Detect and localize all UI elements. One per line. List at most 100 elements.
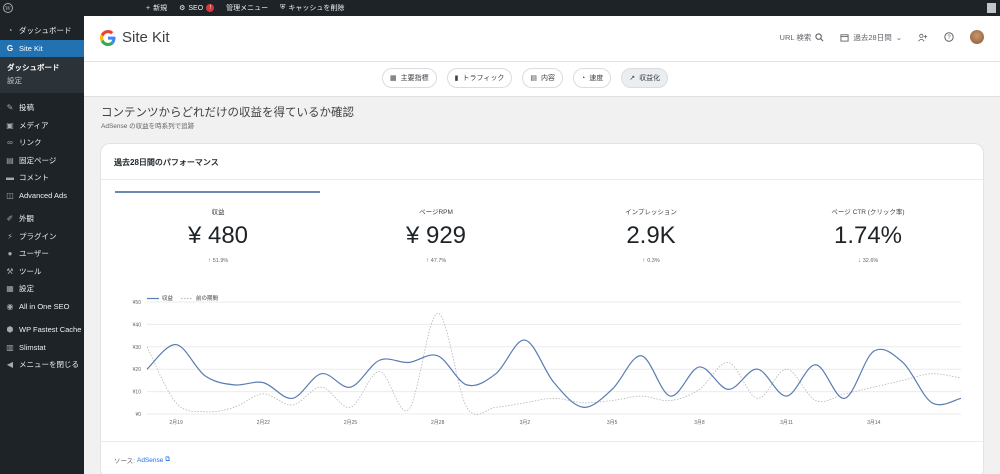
- url-search-button[interactable]: URL 検索: [780, 32, 825, 43]
- sidebar-item-advanced-ads[interactable]: ◫ Advanced Ads: [0, 187, 84, 205]
- sidebar-item-dashboard[interactable]: ◔ ダッシュボード: [0, 22, 84, 40]
- y-tick-label: ¥50: [133, 300, 142, 306]
- arrow-up-icon: ↑: [425, 258, 429, 264]
- sidebar-item-label: WP Fastest Cache: [19, 325, 82, 335]
- metric-revenue[interactable]: 収益 ¥ 480 ↑ 51.9%: [113, 206, 323, 264]
- metric-change: ↑ 47.7%: [331, 258, 541, 264]
- wordpress-logo-icon[interactable]: W: [0, 0, 16, 16]
- metric-change-value: 47.7%: [430, 258, 447, 264]
- collapse-icon: ◀: [6, 360, 14, 370]
- chip-monetization[interactable]: ↗ 収益化: [621, 68, 669, 88]
- sidebar-item-label: 投稿: [19, 103, 34, 113]
- admin-sidebar: ◔ ダッシュボード G Site Kit ダッシュボード 設定 ✎ 投稿 ▣ メ…: [0, 16, 84, 474]
- series-line-previous: [146, 312, 962, 415]
- clear-cache-menu[interactable]: ⛨ キャッシュを削除: [280, 3, 344, 13]
- sidebar-item-label: リンク: [19, 138, 42, 148]
- sidebar-item-links[interactable]: ∞ リンク: [0, 134, 84, 152]
- metric-page-ctr[interactable]: ページ CTR (クリック率) 1.74% ↓ 32.6%: [763, 206, 973, 264]
- sidebar-item-label: All in One SEO: [19, 301, 70, 311]
- chip-label: トラフィック: [462, 75, 505, 82]
- sidebar-item-label: ダッシュボード: [19, 26, 72, 36]
- manage-users-button[interactable]: [918, 33, 928, 42]
- wrench-icon: ⚒: [6, 266, 14, 276]
- y-tick-label: ¥10: [133, 390, 142, 396]
- y-tick-label: ¥40: [133, 322, 142, 328]
- sidebar-item-label: プラグイン: [19, 231, 57, 241]
- x-tick-label: 3月14: [867, 420, 881, 426]
- seo-menu[interactable]: ⚙ SEO !: [179, 4, 215, 12]
- source-attribution: ソース: AdSense ⧉: [114, 455, 170, 465]
- x-tick-label: 3月2: [520, 420, 531, 426]
- x-tick-label: 3月8: [694, 420, 705, 426]
- performance-card: 過去28日間のパフォーマンス 収益 ¥ 480 ↑ 51.9% ページRPM ¥ …: [100, 143, 984, 474]
- arrow-down-icon: ↓: [857, 258, 861, 264]
- metric-impressions[interactable]: インプレッション 2.9K ↑ 0.3%: [546, 206, 756, 264]
- chip-content[interactable]: ▤ 内容: [522, 68, 563, 88]
- sidebar-item-posts[interactable]: ✎ 投稿: [0, 99, 84, 117]
- sidebar-item-all-in-one-seo[interactable]: ◉ All in One SEO: [0, 298, 84, 316]
- x-tick-label: 2月19: [169, 420, 183, 426]
- search-icon: [815, 32, 824, 41]
- sidebar-item-comments[interactable]: ▬ コメント: [0, 169, 84, 187]
- sidebar-item-appearance[interactable]: ✐ 外観: [0, 210, 84, 228]
- seo-notification-badge: !: [206, 4, 215, 12]
- sidebar-item-label: ツール: [19, 266, 42, 276]
- account-icon[interactable]: [987, 3, 996, 13]
- revenue-line-chart: ¥0 ¥10 ¥20 ¥30 ¥40 ¥50 2月19 2月22 2月25 2月28 3月2 3月5 3…: [133, 300, 962, 426]
- manage-menu[interactable]: 管理メニュー: [226, 3, 268, 13]
- sidebar-item-tools[interactable]: ⚒ ツール: [0, 263, 84, 281]
- external-link-icon[interactable]: ⧉: [165, 456, 170, 464]
- settings-icon: ▦: [6, 284, 14, 294]
- card-footer-divider: [101, 441, 983, 442]
- sidebar-item-label: 設定: [19, 284, 34, 294]
- series-line-current: [146, 339, 962, 408]
- card-title: 過去28日間のパフォーマンス: [114, 158, 219, 167]
- link-icon: ∞: [7, 138, 13, 148]
- site-kit-logo[interactable]: Site Kit: [100, 29, 170, 46]
- y-tick-label: ¥20: [133, 367, 142, 373]
- date-range-label: 過去28日間: [853, 32, 892, 42]
- page-icon: ▤: [6, 155, 14, 165]
- metric-page-rpm[interactable]: ページRPM ¥ 929 ↑ 47.7%: [331, 206, 541, 264]
- chip-key-metrics[interactable]: ▦ 主要指標: [382, 68, 437, 88]
- metric-label: インプレッション: [625, 209, 677, 216]
- chevron-down-icon: ⌄: [895, 32, 902, 42]
- y-tick-label: ¥0: [135, 412, 141, 418]
- sidebar-item-plugins[interactable]: ⚡ プラグイン: [0, 228, 84, 246]
- chip-label: 速度: [589, 75, 604, 82]
- sidebar-item-label: Slimstat: [19, 342, 46, 352]
- submenu-item-dashboard[interactable]: ダッシュボード: [0, 61, 84, 74]
- sidebar-item-site-kit[interactable]: G Site Kit: [0, 39, 84, 57]
- x-tick-label: 2月22: [257, 420, 271, 426]
- sidebar-item-label: 外観: [19, 214, 34, 224]
- x-tick-label: 3月5: [607, 420, 618, 426]
- chip-traffic[interactable]: ▮ トラフィック: [446, 68, 513, 88]
- x-tick-label: 2月28: [431, 420, 445, 426]
- sidebar-item-users[interactable]: ● ユーザー: [0, 245, 84, 263]
- sidebar-item-pages[interactable]: ▤ 固定ページ: [0, 152, 84, 170]
- metric-value: 2.9K: [626, 222, 676, 249]
- user-avatar[interactable]: [970, 30, 984, 44]
- sidebar-collapse-menu[interactable]: ◀ メニューを閉じる: [0, 356, 84, 374]
- date-range-selector[interactable]: 過去28日間 ⌄: [840, 32, 902, 43]
- sidebar-item-wp-fastest-cache[interactable]: ⬢ WP Fastest Cache: [0, 321, 84, 339]
- submenu-item-settings[interactable]: 設定: [0, 74, 84, 87]
- new-content-menu[interactable]: + 新規: [146, 3, 167, 13]
- metric-value: ¥ 929: [405, 222, 467, 249]
- adsense-link[interactable]: AdSense: [137, 457, 163, 464]
- chip-label: 収益化: [639, 75, 661, 82]
- chip-speed[interactable]: ◔ 速度: [572, 68, 612, 88]
- arrow-up-icon: ↑: [642, 258, 646, 264]
- sidebar-item-label: Site Kit: [19, 43, 43, 53]
- sidebar-item-settings[interactable]: ▦ 設定: [0, 280, 84, 298]
- sidebar-item-slimstat[interactable]: ▥ Slimstat: [0, 339, 84, 357]
- comment-icon: ▬: [6, 173, 14, 183]
- sidebar-item-media[interactable]: ▣ メディア: [0, 117, 84, 135]
- metric-change-value: 32.6%: [862, 258, 879, 264]
- metric-label: ページ CTR (クリック率): [831, 209, 905, 216]
- trend-icon: ↗: [629, 75, 636, 82]
- site-kit-submenu: ダッシュボード 設定: [0, 57, 84, 93]
- url-search-label: URL 検索: [779, 32, 812, 42]
- help-button[interactable]: ?: [944, 32, 954, 42]
- metric-value: ¥ 480: [187, 222, 249, 249]
